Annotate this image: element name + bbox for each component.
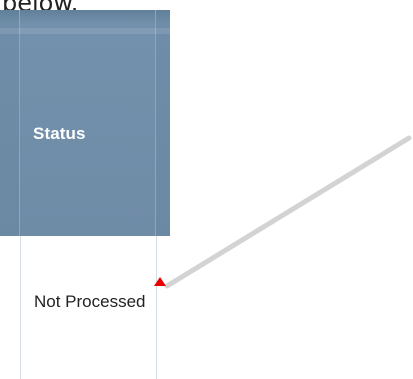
status-cell-value[interactable]: Not Processed [34, 288, 154, 315]
grid-left-separator [20, 236, 21, 379]
header-right-cell [156, 10, 170, 236]
grid-body: Not Processed [0, 236, 170, 379]
screenshot-stage: below. Status Not Processed [0, 0, 413, 379]
grid-right-separator [156, 236, 157, 379]
status-header-label: Status [33, 124, 86, 143]
header-left-cell [0, 10, 20, 236]
annotation-line [164, 135, 412, 289]
header-sheen [0, 28, 170, 34]
status-grid: Status Not Processed [0, 10, 170, 379]
status-column-header[interactable] [20, 10, 156, 236]
grid-header-row: Status [0, 10, 170, 236]
